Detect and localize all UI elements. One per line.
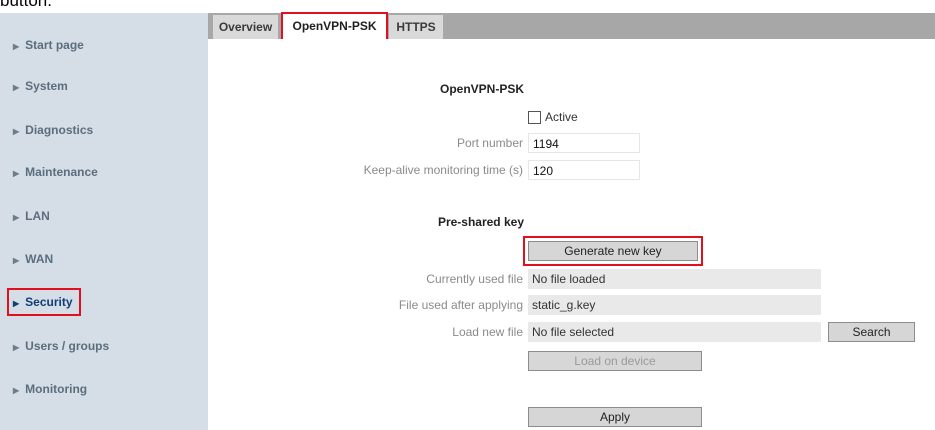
caret-right-icon: ▶	[13, 256, 20, 265]
sidebar-nav: ▶ Start page ▶ System ▶ Diagnostics ▶ Mainte…	[0, 13, 208, 430]
caret-right-icon: ▶	[13, 343, 20, 352]
keepalive-input[interactable]: 120	[528, 160, 640, 180]
sidebar-item-label: Security	[25, 295, 73, 309]
caret-right-icon: ▶	[13, 127, 20, 136]
tab-openvpn-psk[interactable]: OpenVPN-PSK	[281, 12, 388, 41]
sidebar-item-maintenance[interactable]: ▶ Maintenance	[11, 160, 102, 184]
sidebar-item-label: WAN	[25, 252, 54, 266]
active-label: Active	[545, 110, 578, 124]
tab-overview[interactable]: Overview	[213, 15, 278, 39]
sidebar-item-label: Start page	[25, 38, 84, 52]
apply-button[interactable]: Apply	[528, 407, 702, 427]
sidebar-item-label: System	[25, 79, 68, 93]
sidebar-item-monitoring[interactable]: ▶ Monitoring	[11, 377, 91, 401]
sidebar-item-label: Maintenance	[25, 165, 98, 179]
port-number-input[interactable]: 1194	[528, 133, 640, 153]
sidebar-item-label: Users / groups	[25, 339, 110, 353]
after-apply-label: File used after applying	[398, 298, 523, 312]
sidebar-item-wan[interactable]: ▶ WAN	[11, 247, 57, 271]
load-on-device-button[interactable]: Load on device	[528, 351, 702, 371]
caret-right-icon: ▶	[13, 299, 20, 308]
caption-text: button.	[0, 0, 52, 10]
after-apply-value: static_g.key	[528, 295, 821, 315]
current-file-label: Currently used file	[426, 272, 523, 286]
caret-right-icon: ▶	[13, 83, 20, 92]
caret-right-icon: ▶	[13, 169, 20, 178]
sidebar-item-security[interactable]: ▶ Security	[7, 288, 81, 316]
current-file-value: No file loaded	[528, 269, 821, 289]
search-button[interactable]: Search	[828, 322, 915, 342]
openvpn-section-title: OpenVPN-PSK	[439, 82, 524, 96]
generate-new-key-button[interactable]: Generate new key	[523, 236, 703, 266]
tab-https[interactable]: HTTPS	[389, 15, 443, 39]
active-checkbox[interactable]	[528, 111, 541, 124]
sidebar-item-label: Diagnostics	[25, 123, 94, 137]
load-new-file-field[interactable]: No file selected	[528, 322, 821, 342]
keepalive-label: Keep-alive monitoring time (s)	[363, 163, 523, 177]
port-number-label: Port number	[456, 136, 523, 150]
sidebar-item-lan[interactable]: ▶ LAN	[11, 204, 54, 228]
sidebar-item-diagnostics[interactable]: ▶ Diagnostics	[11, 118, 97, 142]
sidebar-item-label: LAN	[25, 209, 50, 223]
caret-right-icon: ▶	[13, 42, 20, 51]
sidebar-item-label: Monitoring	[25, 382, 88, 396]
sidebar-item-system[interactable]: ▶ System	[11, 74, 72, 98]
psk-section-title: Pre-shared key	[437, 215, 524, 229]
caret-right-icon: ▶	[13, 213, 20, 222]
tab-bar: Overview OpenVPN-PSK HTTPS	[208, 12, 935, 41]
load-new-file-label: Load new file	[452, 325, 523, 339]
sidebar-item-users-groups[interactable]: ▶ Users / groups	[11, 334, 113, 358]
sidebar-item-start-page[interactable]: ▶ Start page	[11, 33, 88, 57]
caret-right-icon: ▶	[13, 386, 20, 395]
main-panel: OpenVPN-PSK Active Port number 1194 Keep…	[208, 39, 935, 430]
